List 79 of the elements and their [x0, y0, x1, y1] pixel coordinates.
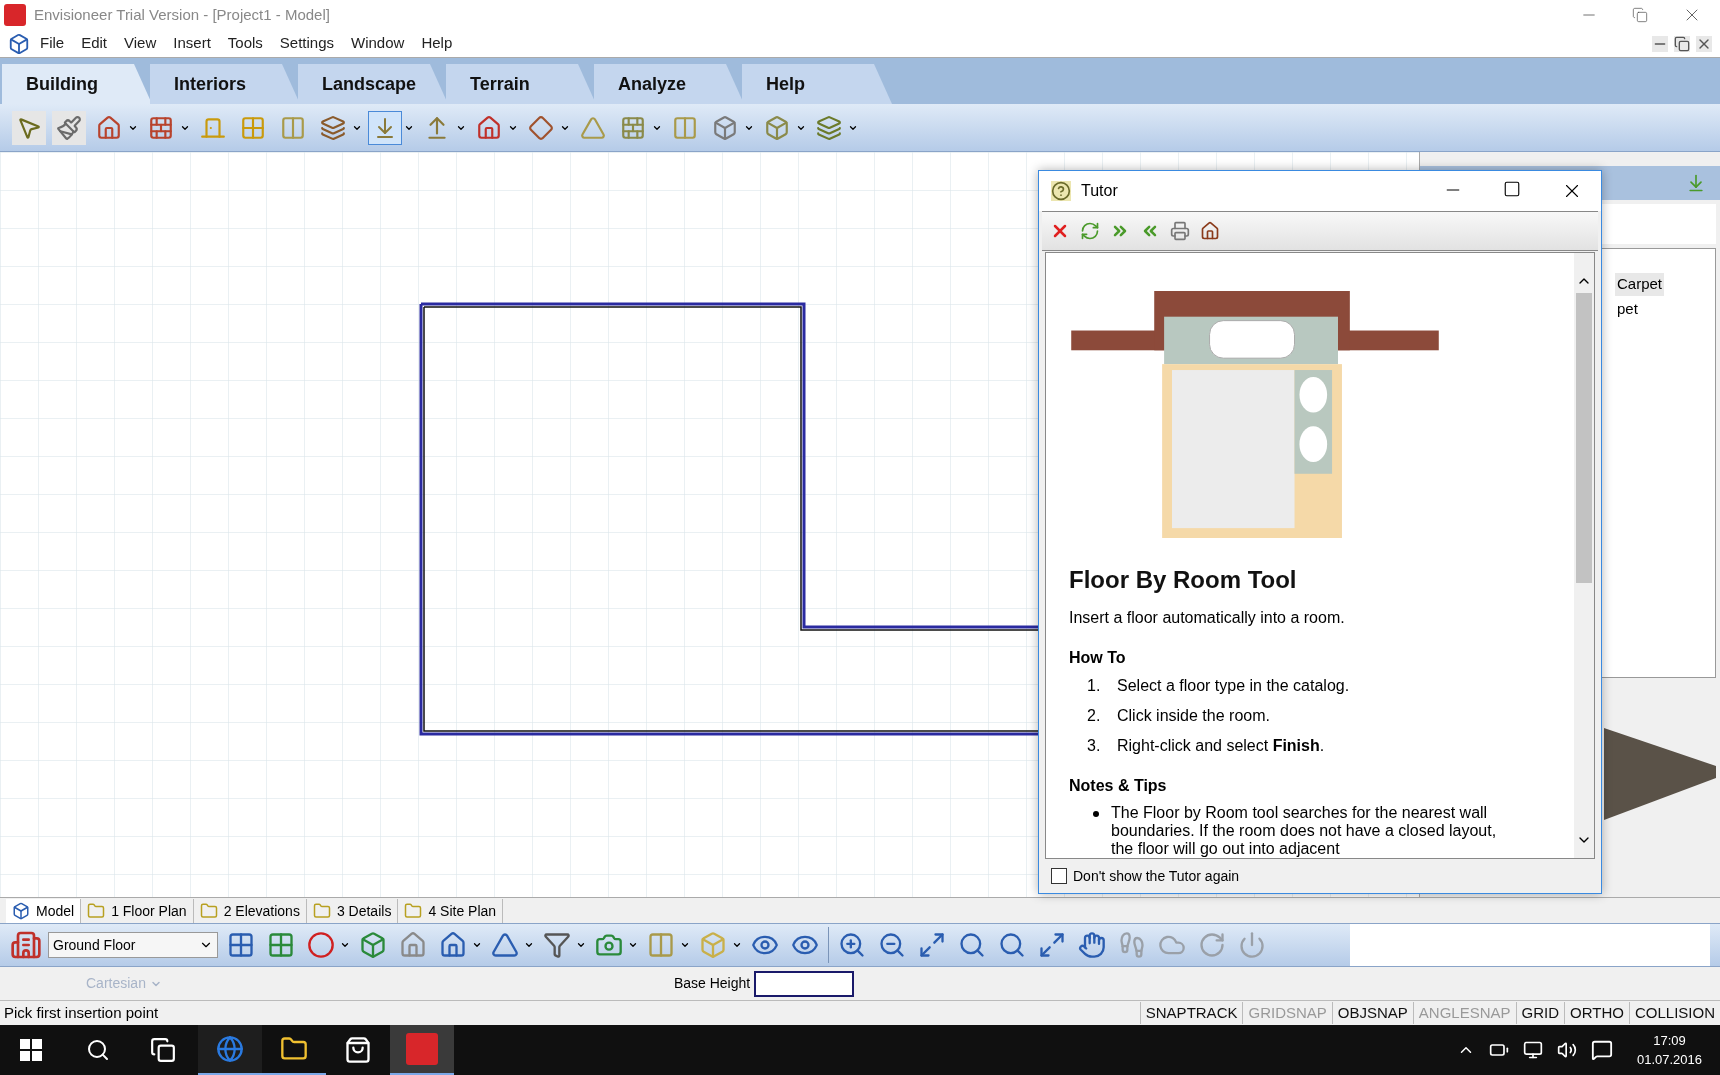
step-number: 3.: [1087, 736, 1102, 756]
base-height-label: Base Height: [673, 974, 751, 993]
catalog-item[interactable]: Carpet: [1615, 273, 1665, 296]
cube-icon: [8, 32, 30, 55]
maximize-icon[interactable]: [1503, 180, 1521, 198]
sheet-icon: [199, 902, 218, 920]
network-icon[interactable]: [1522, 1040, 1543, 1060]
tutor-intro: Insert a floor automatically into a room.: [1069, 608, 1346, 628]
ribbon-tab[interactable]: Interiors: [150, 64, 300, 104]
menu-item[interactable]: File: [40, 32, 65, 55]
close-icon[interactable]: [1696, 35, 1712, 52]
notifications-icon[interactable]: [1590, 1039, 1613, 1061]
caret-icon[interactable]: [524, 940, 534, 950]
snap-toggle[interactable]: OBJSNAP: [1331, 1001, 1413, 1025]
restore-icon[interactable]: [1674, 35, 1690, 52]
step-number: 1.: [1087, 676, 1102, 696]
home-icon[interactable]: [1200, 221, 1220, 241]
snap-toggle[interactable]: ORTHO: [1564, 1001, 1629, 1025]
ribbon-tab[interactable]: Terrain: [446, 64, 596, 104]
section-heading: How To: [1069, 648, 1127, 668]
snap-toggle[interactable]: SNAPTRACK: [1139, 1001, 1243, 1025]
caret-icon[interactable]: [732, 940, 742, 950]
building-icon[interactable]: [10, 929, 42, 961]
ribbon-tab[interactable]: Help: [742, 64, 892, 104]
print-icon[interactable]: [1170, 221, 1190, 241]
tutor-title: Tutor: [1081, 181, 1118, 201]
step-text: Click inside the room.: [1117, 706, 1270, 726]
window-title: Envisioneer Trial Version - [Project1 - Model]: [34, 4, 330, 25]
checkbox[interactable]: [1051, 868, 1067, 884]
menu-item[interactable]: Help: [421, 32, 453, 55]
step-number: 2.: [1087, 706, 1102, 726]
checkbox-label: Don't show the Tutor again: [1073, 866, 1240, 886]
cursor-icon[interactable]: [12, 110, 46, 145]
caret-icon[interactable]: [576, 940, 586, 950]
menu-item[interactable]: Insert: [173, 32, 211, 55]
task-view-icon[interactable]: [150, 1037, 176, 1063]
base-height-field[interactable]: [754, 970, 855, 997]
app-logo-icon: [4, 4, 26, 26]
ribbon-tab[interactable]: Landscape: [298, 64, 448, 104]
caret-icon[interactable]: [680, 940, 690, 950]
menu-item[interactable]: Settings: [279, 32, 335, 55]
status-message: Pick first insertion point: [4, 1002, 159, 1023]
step-text: Right-click and select Finish.: [1117, 736, 1325, 756]
scrollbar[interactable]: [1574, 253, 1594, 858]
sheet-tab[interactable]: Model: [6, 899, 82, 923]
sheet-icon: [312, 902, 331, 920]
caret-icon[interactable]: [340, 940, 350, 950]
browser-icon[interactable]: [216, 1035, 244, 1063]
sheet-icon: [87, 902, 106, 920]
clock-time: 17:09: [1653, 1031, 1686, 1050]
caret-icon[interactable]: [472, 940, 482, 950]
snap-toggle[interactable]: GRID: [1515, 1001, 1565, 1025]
refresh-icon[interactable]: [1080, 221, 1100, 241]
ribbon-tab[interactable]: Analyze: [594, 64, 744, 104]
sheet-icon: [404, 902, 423, 920]
ribbon-tab[interactable]: Building: [2, 64, 152, 104]
search-icon[interactable]: [86, 1038, 110, 1062]
snap-toggle[interactable]: COLLISION: [1628, 1001, 1720, 1025]
catalog-item[interactable]: pet: [1615, 297, 1640, 320]
menu-item[interactable]: View: [124, 32, 157, 55]
bullet-icon: [1093, 811, 1099, 817]
menu-item[interactable]: Edit: [81, 32, 108, 55]
tutor-heading: Floor By Room Tool: [1069, 565, 1298, 595]
menu-item[interactable]: Window: [351, 32, 405, 55]
volume-icon[interactable]: [1556, 1040, 1577, 1060]
paintbrush-icon[interactable]: [52, 110, 86, 145]
minimize-icon[interactable]: [1652, 35, 1668, 52]
store-icon[interactable]: [344, 1036, 372, 1064]
clock-date: 01.07.2016: [1636, 1051, 1702, 1069]
step-text: Select a floor type in the catalog.: [1117, 676, 1350, 696]
section-heading: Notes & Tips: [1069, 776, 1168, 796]
menu-item[interactable]: Tools: [227, 32, 263, 55]
caret-icon[interactable]: [628, 940, 638, 950]
help-icon: [1051, 181, 1071, 201]
note-text: The Floor by Room tool searches for the nearest wall boundaries. If the room does not have a closed layout, the floor will go out into adjacent: [1111, 804, 1498, 858]
folder-icon[interactable]: [280, 1035, 308, 1063]
start-icon[interactable]: [20, 1039, 42, 1061]
level-dropdown[interactable]: Ground Floor: [48, 932, 218, 958]
cube-icon: [12, 902, 30, 920]
